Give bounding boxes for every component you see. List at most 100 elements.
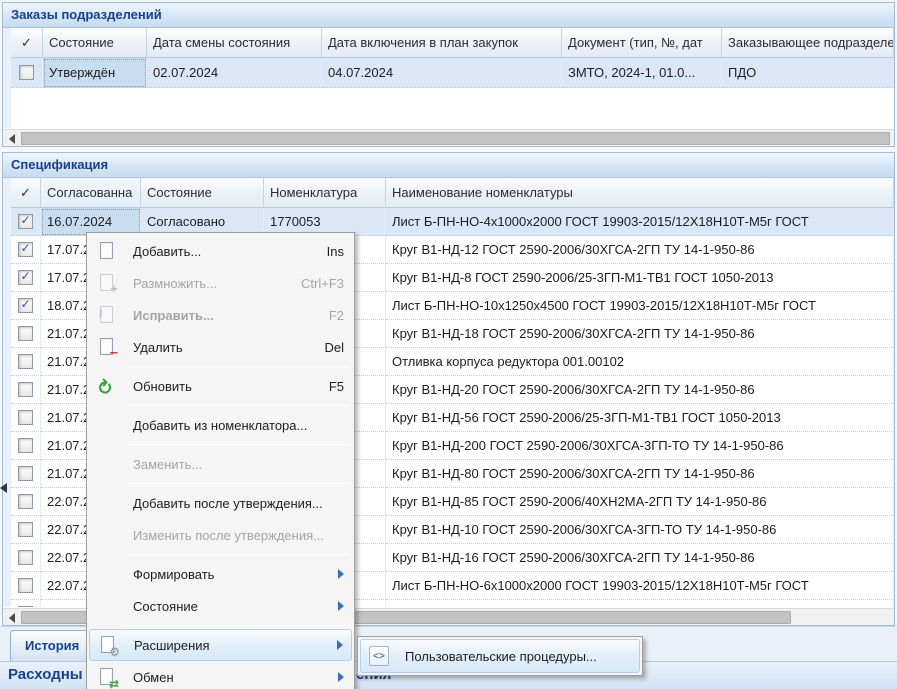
empty-icon (98, 494, 116, 512)
row-checkbox[interactable] (18, 410, 33, 425)
cell-select[interactable] (11, 544, 41, 572)
menu-item[interactable]: Добавить после утверждения... (89, 487, 352, 519)
bottom-header-text-left: Расходны (8, 666, 83, 683)
cell-state[interactable]: Утверждён (43, 58, 147, 88)
menu-item: Изменить после утверждения... (89, 519, 352, 551)
cell-select[interactable] (11, 600, 41, 607)
menu-item[interactable]: ⚙Расширения (89, 629, 352, 661)
menu-item: +Размножить...Ctrl+F3 (89, 267, 352, 299)
menu-item[interactable]: –УдалитьDel (89, 331, 352, 363)
row-checkbox[interactable] (19, 65, 34, 80)
row-checkbox[interactable] (18, 606, 33, 607)
cell-select[interactable] (11, 460, 41, 488)
menu-icon-gutter: <> (361, 640, 397, 672)
menu-item[interactable]: Состояние (89, 590, 352, 622)
row-checkbox[interactable] (18, 214, 33, 229)
row-checkbox[interactable] (18, 270, 33, 285)
menu-item[interactable]: Добавить из номенклатора... (89, 409, 352, 441)
cell-nomenclature-name[interactable]: Круг В1-НД-100 ГОСТ 2590-2006/30ХГСА-2ГП… (386, 600, 894, 607)
cell-select[interactable] (11, 292, 41, 320)
menu-item-label: Формировать (125, 567, 332, 582)
menu-item[interactable]: Добавить...Ins (89, 235, 352, 267)
orders-table-row[interactable]: Утверждён02.07.202404.07.2024ЗМТО, 2024-… (11, 58, 894, 88)
menu-item[interactable]: ⇄Обмен (89, 661, 352, 689)
row-checkbox[interactable] (18, 438, 33, 453)
cell-document[interactable]: ЗМТО, 2024-1, 01.0... (562, 58, 722, 88)
scroll-left-icon[interactable] (5, 132, 19, 145)
menu-item[interactable]: Формировать (89, 558, 352, 590)
row-checkbox[interactable] (18, 354, 33, 369)
splitter-collapse-icon[interactable] (0, 483, 7, 493)
cell-nomenclature-name[interactable]: Лист Б-ПН-НО-10х1250х4500 ГОСТ 19903-201… (386, 292, 894, 320)
orders-column-header[interactable]: Документ (тип, №, дат (562, 28, 722, 58)
menu-icon-gutter (89, 558, 125, 590)
cell-plan-date[interactable]: 04.07.2024 (322, 58, 562, 88)
cell-nomenclature-name[interactable]: Круг В1-НД-10 ГОСТ 2590-2006/30ХГСА-3ГП-… (386, 516, 894, 544)
submenu-item[interactable]: <>Пользовательские процедуры... (360, 639, 640, 673)
row-checkbox[interactable] (18, 550, 33, 565)
submenu-item-label: Пользовательские процедуры... (397, 649, 631, 664)
cell-select[interactable] (11, 516, 41, 544)
icon-badge: I (99, 308, 102, 320)
orders-column-header[interactable]: Дата включения в план закупок (322, 28, 562, 58)
menu-item: IИсправить...F2 (89, 299, 352, 331)
select-all-column-header[interactable]: ✓ (11, 178, 41, 208)
cell-select[interactable] (11, 572, 41, 600)
orders-column-header[interactable]: Состояние (43, 28, 147, 58)
icon-badge: – (110, 345, 118, 360)
orders-column-header[interactable]: Дата смены состояния (147, 28, 322, 58)
spec-column-header[interactable]: Наименование номенклатуры (386, 178, 894, 208)
spec-column-header[interactable]: Состояние (141, 178, 264, 208)
empty-icon (98, 416, 116, 434)
exchange-icon: ⇄ (98, 668, 116, 686)
row-checkbox[interactable] (18, 578, 33, 593)
cell-nomenclature-name[interactable]: Круг В1-НД-18 ГОСТ 2590-2006/30ХГСА-2ГП … (386, 320, 894, 348)
cell-nomenclature-name[interactable]: Круг В1-НД-12 ГОСТ 2590-2006/30ХГСА-2ГП … (386, 236, 894, 264)
submenu-arrow-icon (337, 640, 343, 650)
cell-select[interactable] (11, 432, 41, 460)
row-checkbox[interactable] (18, 242, 33, 257)
row-checkbox[interactable] (18, 522, 33, 537)
menu-icon-gutter: ⇄ (89, 661, 125, 689)
spec-column-header[interactable]: Номенклатура (264, 178, 386, 208)
cell-select[interactable] (11, 208, 41, 236)
row-checkbox[interactable] (18, 382, 33, 397)
cell-nomenclature-name[interactable]: Отливка корпуса редуктора 001.00102 (386, 348, 894, 376)
cell-nomenclature-name[interactable]: Круг В1-НД-56 ГОСТ 2590-2006/25-3ГП-М1-Т… (386, 404, 894, 432)
cell-select[interactable] (11, 320, 41, 348)
cell-select[interactable] (11, 376, 41, 404)
orders-horizontal-scrollbar[interactable] (3, 129, 894, 146)
cell-nomenclature-name[interactable]: Круг В1-НД-200 ГОСТ 2590-2006/30ХГСА-3ГП… (386, 432, 894, 460)
cell-department[interactable]: ПДО (722, 58, 894, 88)
menu-item-label: Изменить после утверждения... (125, 528, 344, 543)
menu-icon-gutter (89, 448, 125, 480)
orders-column-header[interactable]: Заказывающее подразделе (722, 28, 894, 58)
cell-select[interactable] (11, 488, 41, 516)
cell-select[interactable] (11, 58, 43, 88)
application-window: Заказы подразделений ✓СостояниеДата смен… (0, 0, 897, 689)
cell-nomenclature-name[interactable]: Лист Б-ПН-НО-6х1000х2000 ГОСТ 19903-2015… (386, 572, 894, 600)
cell-nomenclature-name[interactable]: Круг В1-НД-16 ГОСТ 2590-2006/30ХГСА-2ГП … (386, 544, 894, 572)
cell-select[interactable] (11, 264, 41, 292)
cell-nomenclature-name[interactable]: Лист Б-ПН-НО-4х1000х2000 ГОСТ 19903-2015… (386, 208, 894, 236)
orders-scrollbar-thumb[interactable] (21, 132, 890, 145)
delete-document-icon: – (98, 338, 116, 356)
row-checkbox[interactable] (18, 298, 33, 313)
row-checkbox[interactable] (18, 494, 33, 509)
submenu-arrow-icon (338, 601, 344, 611)
menu-item[interactable]: ⟳ОбновитьF5 (89, 370, 352, 402)
cell-nomenclature-name[interactable]: Круг В1-НД-20 ГОСТ 2590-2006/30ХГСА-2ГП … (386, 376, 894, 404)
cell-select[interactable] (11, 236, 41, 264)
cell-nomenclature-name[interactable]: Круг В1-НД-85 ГОСТ 2590-2006/40ХН2МА-2ГП… (386, 488, 894, 516)
select-all-column-header[interactable]: ✓ (11, 28, 43, 58)
row-checkbox[interactable] (18, 326, 33, 341)
empty-icon (98, 526, 116, 544)
spec-column-header[interactable]: Согласованна (41, 178, 141, 208)
scroll-left-icon[interactable] (5, 611, 19, 624)
cell-select[interactable] (11, 404, 41, 432)
cell-nomenclature-name[interactable]: Круг В1-НД-8 ГОСТ 2590-2006/25-3ГП-М1-ТВ… (386, 264, 894, 292)
cell-state-change-date[interactable]: 02.07.2024 (147, 58, 322, 88)
cell-nomenclature-name[interactable]: Круг В1-НД-80 ГОСТ 2590-2006/30ХГСА-2ГП … (386, 460, 894, 488)
cell-select[interactable] (11, 348, 41, 376)
row-checkbox[interactable] (18, 466, 33, 481)
